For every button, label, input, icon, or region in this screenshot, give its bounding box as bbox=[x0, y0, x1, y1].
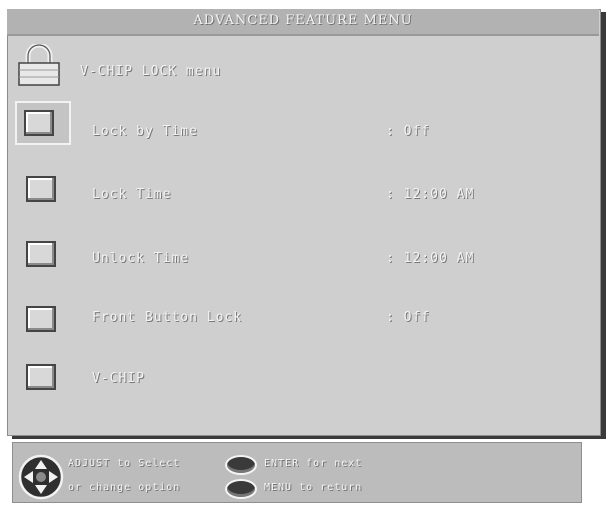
padlock-icon bbox=[18, 44, 60, 86]
enter-button-icon bbox=[225, 455, 257, 475]
menu-item-label: Front Button Lock bbox=[92, 310, 243, 325]
help-change-text: or change option bbox=[68, 482, 181, 493]
menu-item-label: Lock Time bbox=[92, 187, 172, 202]
dpad-icon bbox=[18, 454, 64, 500]
menu-title: ADVANCED FEATURE MENU bbox=[193, 13, 413, 28]
help-enter-text: ENTER for next bbox=[264, 458, 363, 469]
menu-item-label: V-CHIP bbox=[92, 371, 145, 386]
menu-item-label: Lock by Time bbox=[92, 124, 198, 139]
menu-item-value: : Off bbox=[386, 310, 431, 325]
help-adjust-text: ADJUST to Select bbox=[68, 458, 181, 469]
help-menu-text: MENU to return bbox=[264, 482, 363, 493]
menu-item-value: : 12:00 AM bbox=[386, 187, 475, 202]
checkbox-lock-time[interactable] bbox=[26, 176, 56, 202]
checkbox-unlock-time[interactable] bbox=[26, 241, 56, 267]
menu-item-value: : Off bbox=[386, 124, 431, 139]
checkbox-v-chip[interactable] bbox=[26, 364, 56, 390]
checkbox-front-button-lock[interactable] bbox=[26, 306, 56, 332]
menu-item-label: Unlock Time bbox=[92, 251, 190, 266]
remote-help-bar bbox=[12, 442, 582, 503]
menu-button-icon bbox=[225, 479, 257, 499]
menu-item-value: : 12:00 AM bbox=[386, 251, 475, 266]
menu-title-bar: ADVANCED FEATURE MENU bbox=[7, 9, 599, 36]
vchip-lock-menu-header: V-CHIP LOCK menu bbox=[80, 64, 222, 79]
checkbox-lock-by-time[interactable] bbox=[24, 110, 54, 136]
